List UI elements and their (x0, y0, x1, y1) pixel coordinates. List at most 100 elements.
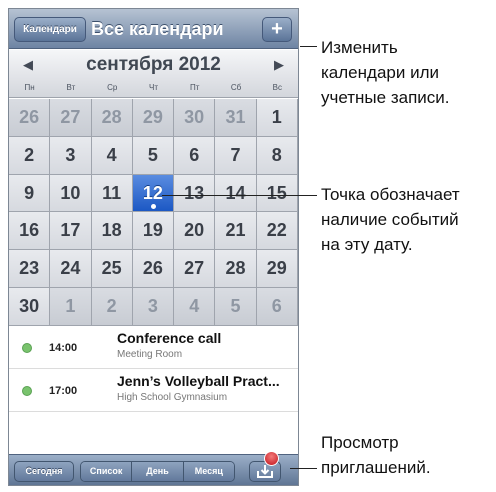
day-cell[interactable]: 13 (174, 174, 216, 213)
weekday-label: Вс (272, 83, 282, 92)
day-view-button[interactable]: День (132, 462, 184, 481)
day-number: 25 (101, 258, 122, 279)
event-row[interactable]: 14:00 Conference call Meeting Room (9, 326, 298, 369)
weekday-label: Пт (190, 83, 200, 92)
day-cell[interactable]: 2 (91, 288, 133, 326)
day-number: 15 (266, 182, 287, 203)
day-number: 2 (24, 144, 35, 165)
day-cell[interactable]: 29 (132, 99, 175, 137)
callout-event-dot: Точка обозначает наличие событий на эту … (321, 185, 460, 254)
day-number: 16 (19, 220, 40, 241)
day-cell[interactable]: 15 (256, 174, 298, 213)
day-cell[interactable]: 6 (256, 288, 298, 326)
day-cell[interactable]: 26 (9, 99, 51, 137)
day-number: 5 (147, 144, 158, 165)
day-cell[interactable]: 3 (50, 136, 92, 175)
callout-invitations: Просмотр приглашений. (321, 433, 431, 477)
day-cell[interactable]: 7 (215, 136, 257, 175)
day-cell[interactable]: 23 (9, 250, 51, 289)
day-number: 10 (60, 182, 81, 203)
day-cell[interactable]: 24 (50, 250, 92, 289)
day-cell[interactable]: 11 (91, 174, 133, 213)
calendar-color-dot (22, 386, 32, 396)
day-number: 3 (147, 296, 158, 317)
add-event-button[interactable]: + (262, 17, 292, 42)
day-cell[interactable]: 27 (50, 99, 92, 137)
day-cell[interactable]: 22 (256, 212, 298, 251)
callout-line (162, 195, 317, 196)
weekday-label: Чт (148, 83, 158, 92)
day-number: 31 (225, 107, 246, 127)
calendar-screen: Календари Все календари + ◀ сентября 201… (8, 8, 299, 486)
event-row[interactable]: 17:00 Jenn’s Volleyball Pract... High Sc… (9, 369, 298, 412)
day-cell[interactable]: 26 (132, 250, 175, 289)
callout-line (290, 468, 317, 469)
day-cell[interactable]: 9 (9, 174, 51, 213)
day-number: 6 (189, 144, 200, 165)
page-title: Все календари (91, 19, 224, 39)
day-number: 12 (142, 182, 163, 203)
day-number: 19 (142, 220, 163, 241)
day-cell[interactable]: 3 (132, 288, 175, 326)
day-cell[interactable]: 17 (50, 212, 92, 251)
weekday-label: Ср (107, 83, 118, 92)
day-cell[interactable]: 1 (256, 99, 298, 137)
event-title: Jenn’s Volleyball Pract... (117, 373, 280, 389)
notification-badge (264, 451, 279, 466)
day-number: 9 (24, 182, 35, 203)
day-number: 1 (271, 107, 282, 127)
day-cell[interactable]: 2 (9, 136, 51, 175)
day-number: 13 (184, 182, 205, 203)
day-cell[interactable]: 1 (50, 288, 92, 326)
day-number: 22 (266, 220, 287, 241)
day-number: 30 (19, 296, 40, 317)
day-cell[interactable]: 4 (91, 136, 133, 175)
event-location: Meeting Room (117, 349, 183, 360)
view-switcher: Список День Месяц (80, 461, 235, 482)
month-grid: 26 27 28 29 30 31 1 2 3 4 5 6 7 8 9 10 11 12 13 14 15 16 17 18 1… (9, 99, 298, 326)
day-cell[interactable]: 19 (132, 212, 175, 251)
next-month-icon[interactable]: ▶ (272, 58, 286, 72)
day-number: 4 (106, 144, 117, 165)
day-cell[interactable]: 6 (174, 136, 216, 175)
day-cell[interactable]: 28 (91, 99, 133, 137)
weekday-label: Пн (24, 83, 35, 92)
today-button[interactable]: Сегодня (14, 461, 74, 482)
day-number: 20 (184, 220, 205, 241)
callout-edit-calendars: Изменить календари или учетные записи. (321, 38, 450, 107)
day-cell[interactable]: 10 (50, 174, 92, 213)
day-number: 30 (184, 107, 205, 127)
calendars-button[interactable]: Календари (14, 17, 86, 42)
day-cell[interactable]: 21 (215, 212, 257, 251)
day-cell[interactable]: 30 (174, 99, 216, 137)
day-cell[interactable]: 12 (132, 174, 175, 213)
day-cell[interactable]: 18 (91, 212, 133, 251)
day-cell[interactable]: 29 (256, 250, 298, 289)
day-cell[interactable]: 25 (91, 250, 133, 289)
day-number: 3 (65, 144, 76, 165)
month-view-button[interactable]: Месяц (183, 462, 234, 481)
day-cell[interactable]: 28 (215, 250, 257, 289)
day-cell[interactable]: 30 (9, 288, 51, 326)
day-cell[interactable]: 14 (215, 174, 257, 213)
nav-bar: Календари Все календари + (9, 9, 298, 49)
day-cell[interactable]: 16 (9, 212, 51, 251)
day-cell[interactable]: 5 (215, 288, 257, 326)
event-title: Conference call (117, 330, 222, 346)
day-number: 4 (189, 296, 200, 317)
list-view-button[interactable]: Список (81, 462, 133, 481)
event-list: 14:00 Conference call Meeting Room 17:00… (9, 326, 298, 454)
day-cell[interactable]: 20 (174, 212, 216, 251)
weekday-label: Вт (66, 83, 76, 92)
day-number: 5 (230, 296, 241, 317)
day-cell[interactable]: 5 (132, 136, 175, 175)
day-cell[interactable]: 31 (215, 99, 257, 137)
day-cell[interactable]: 4 (174, 288, 216, 326)
weekday-label: Сб (230, 83, 242, 92)
day-number: 11 (102, 182, 122, 203)
day-cell[interactable]: 8 (256, 136, 298, 175)
day-number: 29 (142, 107, 163, 127)
day-cell[interactable]: 27 (174, 250, 216, 289)
day-number: 27 (184, 258, 205, 279)
day-number: 18 (101, 220, 122, 241)
